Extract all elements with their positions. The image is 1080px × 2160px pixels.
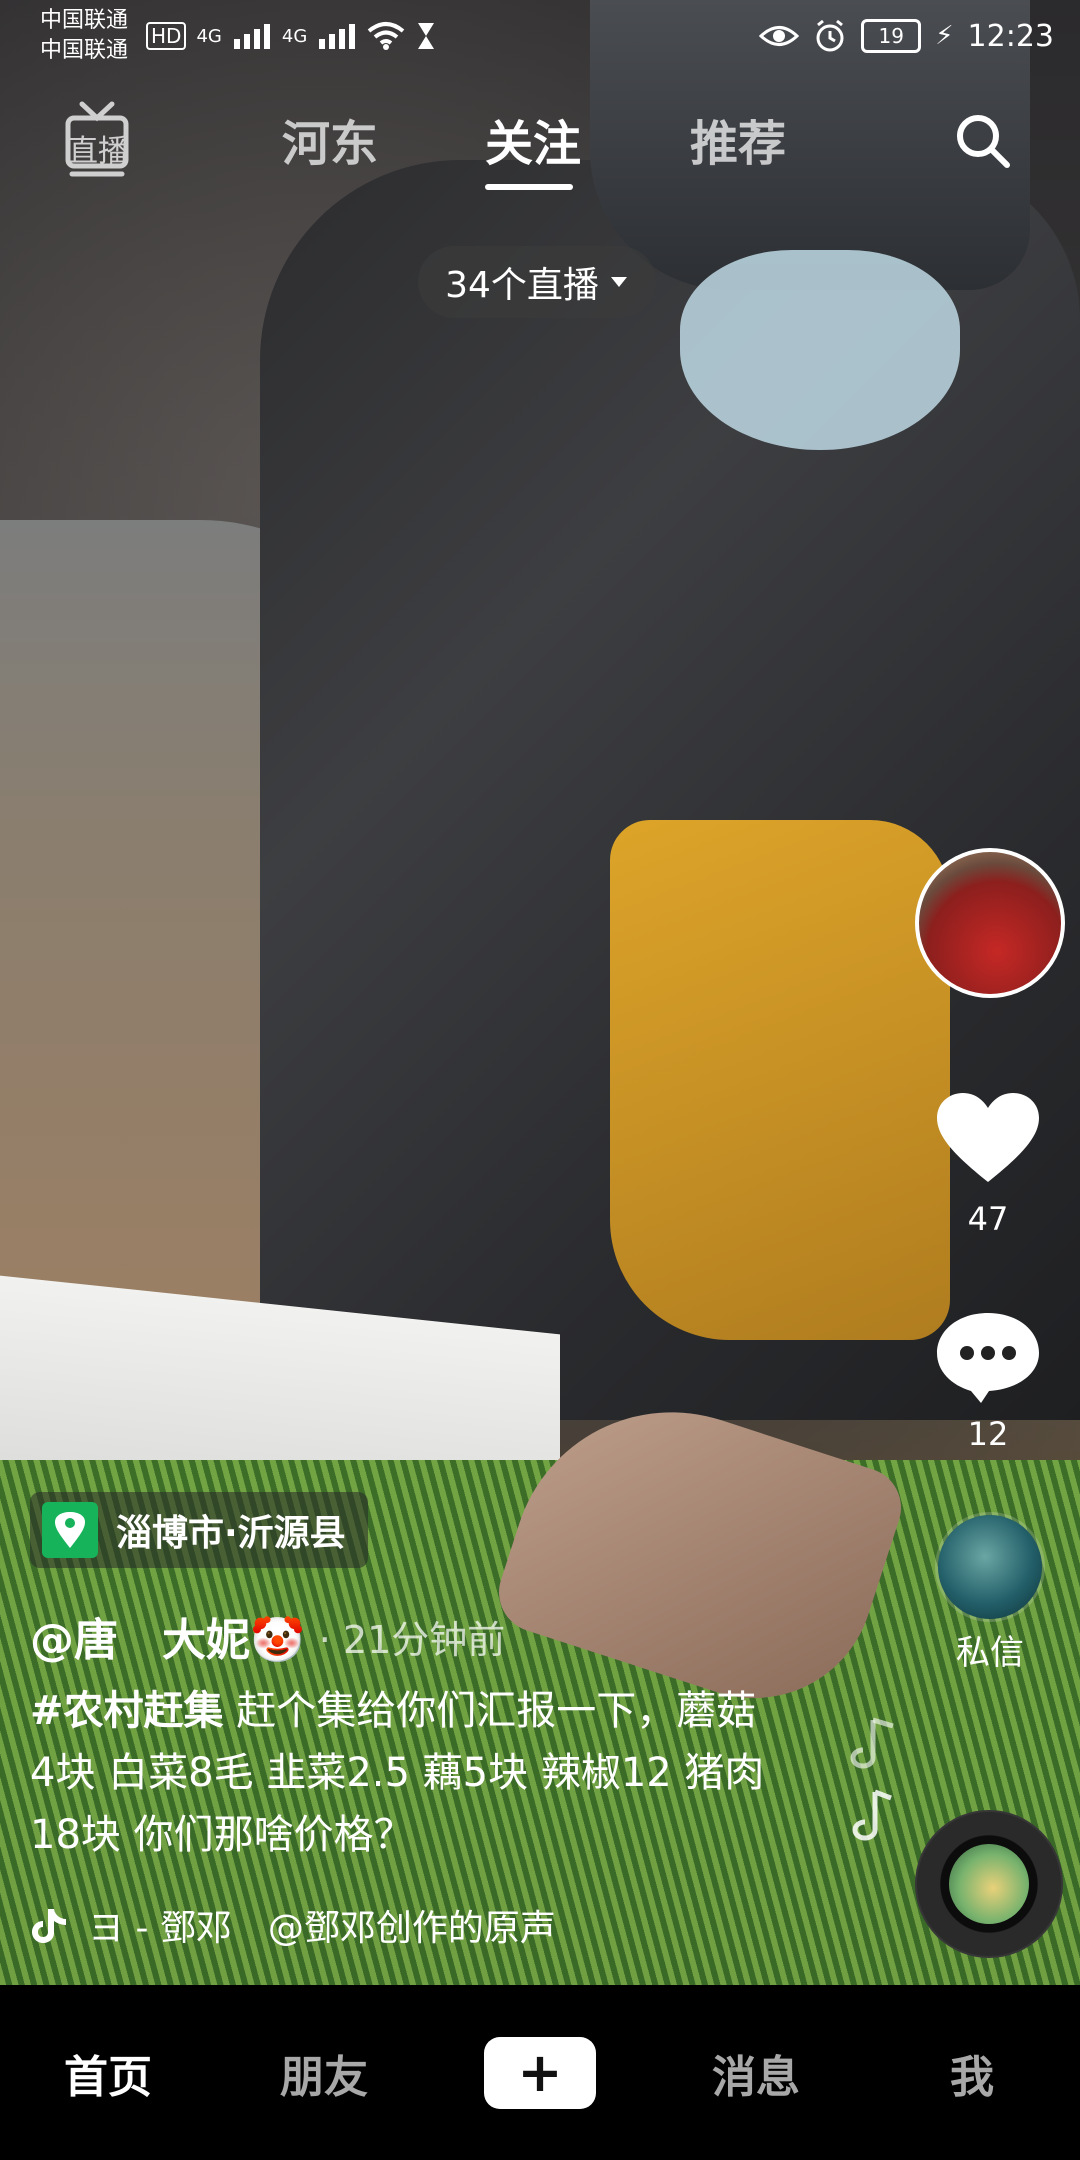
creator-avatar[interactable] [915,848,1065,998]
like-count: 47 [967,1200,1009,1238]
network-type-2: 4G [281,25,308,47]
active-tab-indicator [485,184,573,190]
status-left: 中国联通 中国联通 HD 4G 4G [40,6,437,66]
direct-message-button[interactable]: 私信 [935,1515,1045,1674]
carrier-primary: 中国联通 [40,8,129,33]
signal-indicators: HD 4G 4G [146,21,437,51]
chat-bubble-icon [937,1313,1039,1403]
top-navigation: 直播 河东 关注 推荐 [0,98,1080,190]
charging-icon: ⚡ [935,21,954,51]
location-label: 淄博市·沂源县 [116,1513,346,1554]
dm-avatar [938,1515,1042,1619]
post-time: · 21分钟前 [318,1617,506,1662]
post-caption: #农村赶集 赶个集给你们汇报一下，蘑菇4块 白菜8毛 韭菜2.5 藕5块 辣椒1… [30,1680,780,1866]
status-bar: 中国联通 中国联通 HD 4G 4G 19 ⚡ 12:23 [0,0,1080,72]
hourglass-icon [418,23,435,49]
tiktok-music-icon [32,1909,66,1943]
author-name[interactable]: @唐 大妮🤡 [30,1604,305,1668]
music-disc-button[interactable] [915,1810,1063,1958]
nav-me[interactable]: 我 [892,2041,1052,2105]
search-icon[interactable] [952,110,1012,170]
tab-recommended[interactable]: 推荐 [690,104,786,174]
nav-create-wrapper: + [460,2036,620,2109]
music-info[interactable]: ヨ - 鄧邓 @鄧邓创作的原声 [30,1900,630,1950]
nav-messages[interactable]: 消息 [676,2041,836,2105]
music-text: ヨ - 鄧邓 @鄧邓创作的原声 [88,1908,556,1949]
alarm-icon [816,19,844,52]
live-label: 直播 [68,134,128,169]
like-button[interactable]: 47 [928,1090,1048,1238]
create-plus-label: + [517,2040,563,2104]
create-button[interactable]: + [476,2036,604,2109]
tab-following[interactable]: 关注 [485,104,581,174]
face-mask [680,250,960,450]
wifi-icon [368,22,405,50]
carrier-secondary: 中国联通 [40,38,129,63]
tab-hedong[interactable]: 河东 [282,104,378,174]
music-disc-cover [949,1844,1029,1924]
live-count-label: 34个直播 [445,265,599,306]
plastic-bag [610,820,950,1340]
signal-bars-icon [233,24,270,49]
battery-indicator: 19 [861,19,922,53]
bottom-navigation: 首页 朋友 + 消息 我 [0,1985,1080,2160]
hd-badge: HD [146,22,187,50]
heart-icon [937,1093,1039,1182]
location-pin-icon [42,1502,98,1558]
network-type-1: 4G [196,25,222,47]
hashtag[interactable]: #农村赶集 [30,1688,224,1734]
dropdown-arrow-icon [610,277,627,287]
status-right: 19 ⚡ 12:23 [759,19,1054,54]
live-count-pill[interactable]: 34个直播 [418,246,656,318]
comment-button[interactable]: 12 [928,1305,1048,1453]
location-tag[interactable]: 淄博市·沂源县 [30,1492,368,1568]
author-row: @唐 大妮🤡 · 21分钟前 [30,1604,505,1668]
signal-bars-2-icon [319,24,356,49]
carrier-info: 中国联通 中国联通 [40,6,128,66]
nav-friends[interactable]: 朋友 [244,2041,404,2105]
music-note-icon [850,1717,894,1841]
tv-icon[interactable]: 直播 [62,98,132,182]
comment-count: 12 [967,1415,1009,1453]
dm-label: 私信 [956,1633,1024,1673]
eye-icon [759,26,800,46]
status-time: 12:23 [967,18,1054,54]
nav-home[interactable]: 首页 [28,2041,188,2105]
